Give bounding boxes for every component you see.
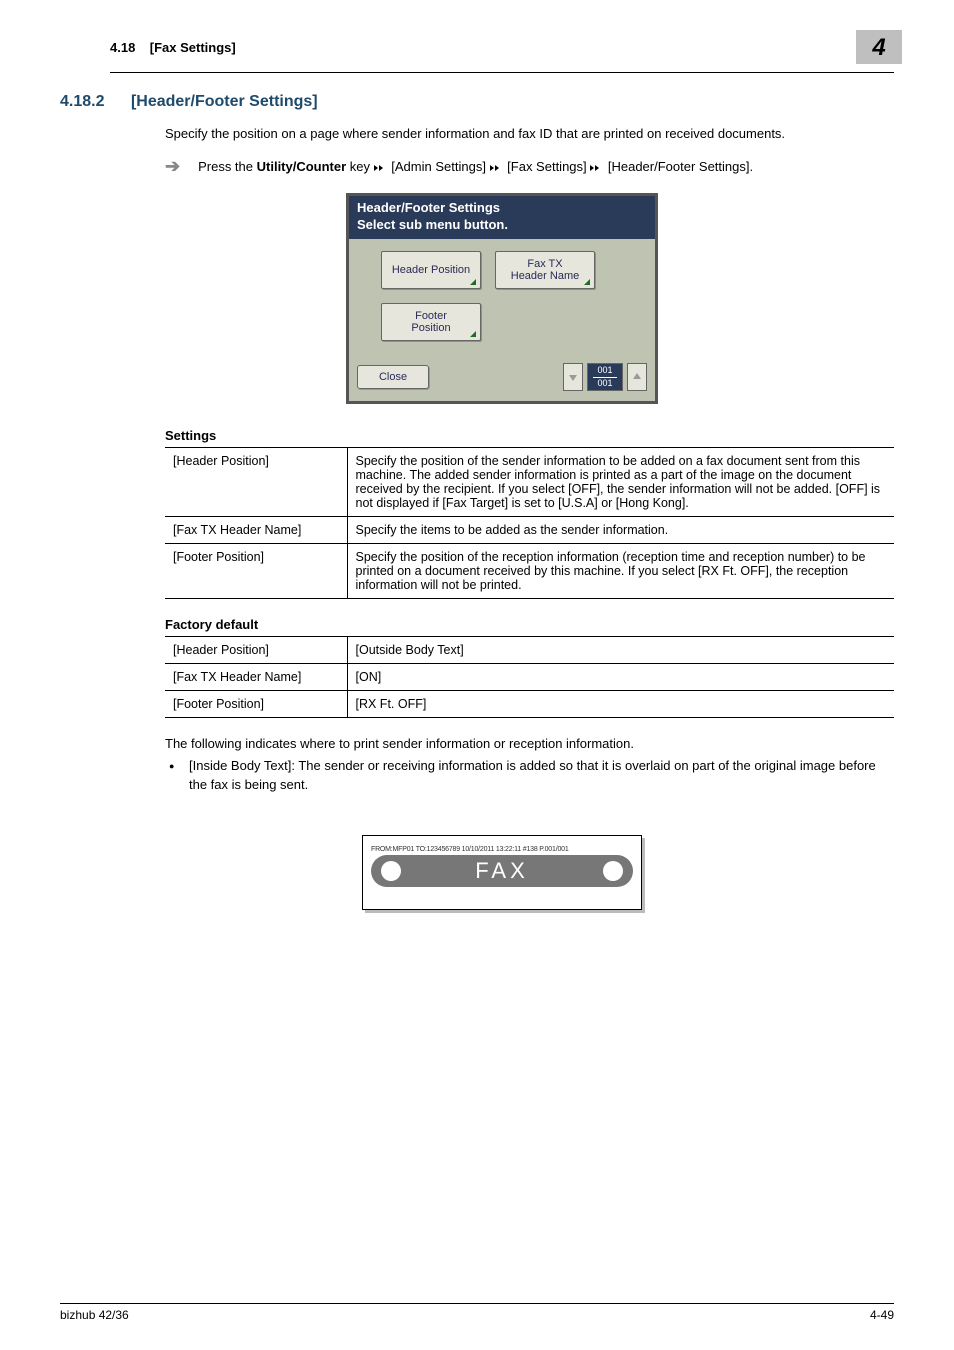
breadcrumb-icon	[590, 164, 604, 172]
fax-tx-header-name-label: Fax TXHeader Name	[511, 258, 579, 282]
footer-page-number: 4-49	[870, 1308, 894, 1322]
subsection-number: 4.18.2	[60, 93, 104, 110]
lcd-panel: Header/Footer Settings Select sub menu b…	[346, 193, 658, 405]
table-row: [Header Position] Specify the position o…	[165, 448, 894, 517]
procedure-step: ➔ Press the Utility/Counter key [Admin S…	[165, 157, 894, 177]
fax-illustration: FROM:MFP01 TO:123456789 10/10/2011 13:22…	[362, 835, 642, 910]
setting-desc: Specify the position of the sender infor…	[347, 448, 894, 517]
default-name: [Footer Position]	[165, 691, 347, 718]
footer-model: bizhub 42/36	[60, 1308, 129, 1322]
close-label: Close	[379, 371, 407, 383]
lcd-row: FooterPosition	[357, 303, 647, 341]
table-row: [Header Position] [Outside Body Text]	[165, 637, 894, 664]
subsection-heading: 4.18.2 [Header/Footer Settings]	[60, 93, 894, 111]
step-after-key: key	[346, 159, 373, 174]
step-path1: [Admin Settings]	[388, 159, 490, 174]
setting-desc: Specify the position of the reception in…	[347, 544, 894, 599]
fax-tx-header-name-button[interactable]: Fax TXHeader Name	[495, 251, 595, 289]
section-number: 4.18	[110, 40, 135, 55]
default-value: [ON]	[347, 664, 894, 691]
circle-icon	[381, 861, 401, 881]
defaults-caption: Factory default	[165, 617, 894, 636]
table-row: [Fax TX Header Name] Specify the items t…	[165, 517, 894, 544]
default-value: [Outside Body Text]	[347, 637, 894, 664]
fax-header-line: FROM:MFP01 TO:123456789 10/10/2011 13:22…	[371, 846, 633, 853]
page-footer: bizhub 42/36 4-49	[60, 1303, 894, 1322]
table-row: [Footer Position] Specify the position o…	[165, 544, 894, 599]
step-path2: [Fax Settings]	[504, 159, 591, 174]
arrow-down-icon	[568, 372, 578, 382]
lcd-title: Header/Footer Settings Select sub menu b…	[349, 196, 655, 240]
close-button[interactable]: Close	[357, 365, 429, 389]
setting-name: [Footer Position]	[165, 544, 347, 599]
page-current: 001	[597, 366, 612, 376]
footer-position-button[interactable]: FooterPosition	[381, 303, 481, 341]
subsection-title: [Header/Footer Settings]	[131, 93, 318, 110]
pager: 001 001	[563, 363, 647, 391]
default-name: [Fax TX Header Name]	[165, 664, 347, 691]
table-row: [Fax TX Header Name] [ON]	[165, 664, 894, 691]
step-path3: [Header/Footer Settings].	[604, 159, 753, 174]
default-value: [RX Ft. OFF]	[347, 691, 894, 718]
lcd-row: Header Position Fax TXHeader Name	[357, 251, 647, 289]
fax-body-pill: FAX	[371, 855, 633, 887]
header-position-label: Header Position	[392, 264, 470, 276]
circle-icon	[603, 861, 623, 881]
lcd-footer: Close 001 001	[349, 357, 655, 401]
factory-default-table: Factory default [Header Position] [Outsi…	[165, 617, 894, 718]
table-row: [Footer Position] [RX Ft. OFF]	[165, 691, 894, 718]
setting-name: [Header Position]	[165, 448, 347, 517]
step-prefix: Press the	[198, 159, 257, 174]
page-total: 001	[597, 379, 612, 389]
breadcrumb-icon	[374, 164, 388, 172]
running-header-left: 4.18 [Fax Settings]	[110, 40, 236, 55]
settings-table: Settings [Header Position] Specify the p…	[165, 428, 894, 599]
settings-caption: Settings	[165, 428, 894, 447]
bullet-item: [Inside Body Text]: The sender or receiv…	[165, 757, 894, 795]
step-text: Press the Utility/Counter key [Admin Set…	[198, 157, 753, 177]
arrow-up-icon	[632, 372, 642, 382]
page-up-button[interactable]	[627, 363, 647, 391]
intro-paragraph: Specify the position on a page where sen…	[165, 125, 894, 143]
page-indicator: 001 001	[587, 363, 623, 391]
step-arrow-icon: ➔	[165, 157, 180, 175]
fax-word: FAX	[475, 858, 529, 884]
step-key: Utility/Counter	[257, 159, 347, 174]
section-title: [Fax Settings]	[150, 40, 236, 55]
page-down-button[interactable]	[563, 363, 583, 391]
setting-desc: Specify the items to be added as the sen…	[347, 517, 894, 544]
running-header: 4.18 [Fax Settings] 4	[110, 30, 894, 64]
bullet-list: [Inside Body Text]: The sender or receiv…	[165, 757, 894, 795]
breadcrumb-icon	[490, 164, 504, 172]
chapter-number-badge: 4	[856, 30, 902, 64]
explanatory-paragraph: The following indicates where to print s…	[165, 736, 894, 751]
lcd-title-line1: Header/Footer Settings	[357, 200, 647, 217]
header-position-button[interactable]: Header Position	[381, 251, 481, 289]
header-rule	[110, 72, 894, 73]
footer-position-label: FooterPosition	[411, 310, 450, 334]
setting-name: [Fax TX Header Name]	[165, 517, 347, 544]
lcd-body: Header Position Fax TXHeader Name Footer…	[349, 239, 655, 357]
lcd-title-line2: Select sub menu button.	[357, 217, 647, 234]
default-name: [Header Position]	[165, 637, 347, 664]
